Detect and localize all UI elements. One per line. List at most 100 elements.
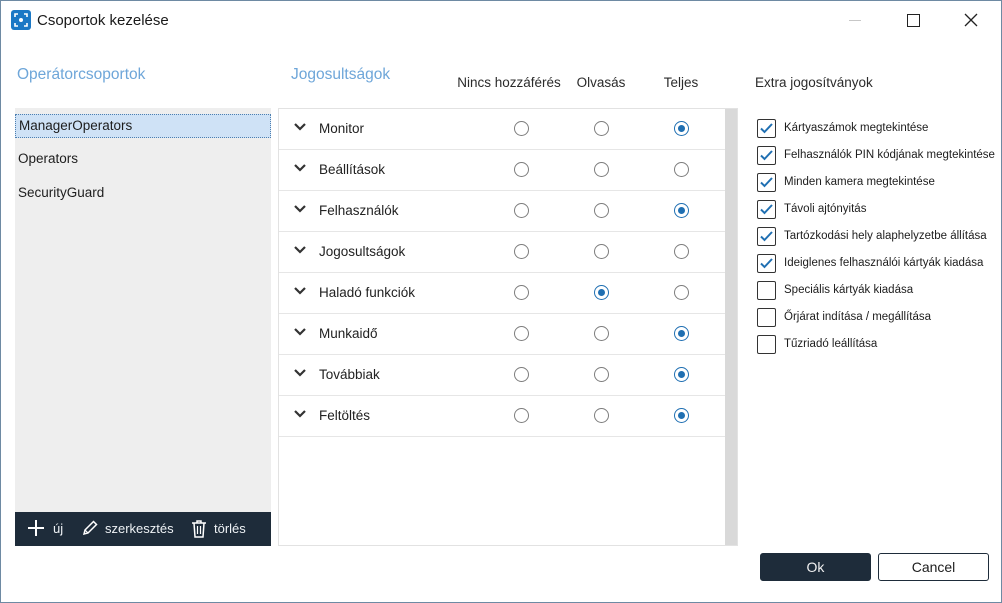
permission-radio[interactable] xyxy=(674,244,689,259)
column-header-read: Olvasás xyxy=(576,75,626,90)
column-header-full: Teljes xyxy=(663,75,699,90)
permission-radio[interactable] xyxy=(514,203,529,218)
checkmark-icon xyxy=(760,258,773,269)
permission-radio[interactable] xyxy=(594,326,609,341)
permission-label: Munkaidő xyxy=(319,326,378,341)
permission-radio[interactable] xyxy=(514,326,529,341)
permissions-table: Monitor Beállítások Felhasználók Jogosultsá… xyxy=(278,108,738,546)
permission-radio[interactable] xyxy=(514,408,529,423)
title-bar: Csoportok kezelése xyxy=(1,1,1001,39)
extra-permission-label: Ideiglenes felhasználói kártyák kiadása xyxy=(784,257,984,269)
permission-radio[interactable] xyxy=(594,121,609,136)
cancel-button[interactable]: Cancel xyxy=(878,553,989,581)
app-icon xyxy=(11,10,31,30)
permission-row: Haladó funkciók xyxy=(279,273,725,314)
chevron-down-icon[interactable] xyxy=(294,368,306,378)
permissions-title: Jogosultságok xyxy=(291,66,391,83)
chevron-down-icon[interactable] xyxy=(294,409,306,419)
permission-radio[interactable] xyxy=(674,326,689,341)
group-item[interactable]: ManagerOperators xyxy=(15,114,271,138)
checkmark-icon xyxy=(760,177,773,188)
extra-permission-checkbox[interactable] xyxy=(757,119,776,138)
permission-label: Monitor xyxy=(319,121,365,136)
pencil-icon xyxy=(82,520,98,536)
window-title: Csoportok kezelése xyxy=(37,12,169,29)
chevron-down-icon[interactable] xyxy=(294,204,306,214)
chevron-down-icon[interactable] xyxy=(294,327,306,337)
permission-radio[interactable] xyxy=(514,285,529,300)
permission-radio[interactable] xyxy=(674,285,689,300)
chevron-down-icon[interactable] xyxy=(294,286,306,296)
extra-permission-checkbox[interactable] xyxy=(757,335,776,354)
delete-label: törlés xyxy=(214,521,246,536)
extra-permission-checkbox[interactable] xyxy=(757,146,776,165)
permission-radio[interactable] xyxy=(514,367,529,382)
extra-permission-checkbox[interactable] xyxy=(757,308,776,327)
ok-button[interactable]: Ok xyxy=(760,553,871,581)
permission-radio[interactable] xyxy=(674,367,689,382)
close-button[interactable] xyxy=(955,7,987,33)
chevron-down-icon[interactable] xyxy=(294,245,306,255)
close-icon xyxy=(964,13,978,27)
extra-permission-label: Tűzriadó leállítása xyxy=(784,338,878,350)
extra-permission-checkbox[interactable] xyxy=(757,173,776,192)
permission-radio[interactable] xyxy=(594,408,609,423)
groups-toolbar: új szerkesztés törlés xyxy=(15,512,271,546)
maximize-button[interactable] xyxy=(897,7,929,33)
group-item[interactable]: Operators xyxy=(15,148,271,172)
permission-row: Felhasználók xyxy=(279,191,725,232)
permission-row: Beállítások xyxy=(279,150,725,191)
permission-row: Munkaidő xyxy=(279,314,725,355)
extra-permission-label: Tartózkodási hely alaphelyzetbe állítása xyxy=(784,230,987,242)
permission-radio[interactable] xyxy=(514,244,529,259)
permission-row: Feltöltés xyxy=(279,396,725,437)
edit-label: szerkesztés xyxy=(105,521,174,536)
permission-label: Felhasználók xyxy=(319,203,399,218)
permission-radio[interactable] xyxy=(594,162,609,177)
extra-permission-checkbox[interactable] xyxy=(757,227,776,246)
group-item[interactable]: SecurityGuard xyxy=(15,182,271,206)
permission-radio[interactable] xyxy=(674,121,689,136)
extra-permission-checkbox[interactable] xyxy=(757,254,776,273)
permission-radio[interactable] xyxy=(514,121,529,136)
permission-radio[interactable] xyxy=(674,408,689,423)
permission-radio[interactable] xyxy=(594,244,609,259)
plus-icon xyxy=(28,520,44,536)
extra-permission-label: Minden kamera megtekintése xyxy=(784,176,935,188)
groups-title: Operátorcsoportok xyxy=(17,66,146,83)
checkmark-icon xyxy=(760,204,773,215)
checkmark-icon xyxy=(760,231,773,242)
permission-radio[interactable] xyxy=(514,162,529,177)
permission-radio[interactable] xyxy=(674,203,689,218)
extra-permission-checkbox[interactable] xyxy=(757,200,776,219)
permission-label: Jogosultságok xyxy=(319,244,406,259)
checkmark-icon xyxy=(760,150,773,161)
extra-permission-label: Kártyaszámok megtekintése xyxy=(784,122,929,134)
extra-permission-label: Felhasználók PIN kódjának megtekintése xyxy=(784,149,995,161)
column-header-no-access: Nincs hozzáférés xyxy=(457,75,561,90)
chevron-down-icon[interactable] xyxy=(294,122,306,132)
extra-permissions-title: Extra jogosítványok xyxy=(755,75,873,90)
permission-radio[interactable] xyxy=(594,285,609,300)
permission-radio[interactable] xyxy=(674,162,689,177)
trash-icon xyxy=(192,520,206,538)
extra-permission-label: Távoli ajtónyitás xyxy=(784,203,867,215)
chevron-down-icon[interactable] xyxy=(294,163,306,173)
checkmark-icon xyxy=(760,123,773,134)
permission-label: Haladó funkciók xyxy=(319,285,416,300)
dialog-window: Csoportok kezelése Operátorcsoportok Man… xyxy=(0,0,1002,603)
extra-permission-label: Speciális kártyák kiadása xyxy=(784,284,914,296)
extra-permission-checkbox[interactable] xyxy=(757,281,776,300)
permission-row: Monitor xyxy=(279,109,725,150)
permission-radio[interactable] xyxy=(594,367,609,382)
permission-label: Beállítások xyxy=(319,162,386,177)
permission-label: Továbbiak xyxy=(319,367,380,382)
permission-row: Jogosultságok xyxy=(279,232,725,273)
groups-list: ManagerOperators Operators SecurityGuard xyxy=(15,108,271,512)
permission-row: Továbbiak xyxy=(279,355,725,396)
new-label: új xyxy=(53,521,64,536)
extra-permission-label: Őrjárat indítása / megállítása xyxy=(784,311,932,323)
permission-radio[interactable] xyxy=(594,203,609,218)
permissions-scrollbar[interactable] xyxy=(725,109,737,545)
minimize-button[interactable] xyxy=(839,7,871,33)
